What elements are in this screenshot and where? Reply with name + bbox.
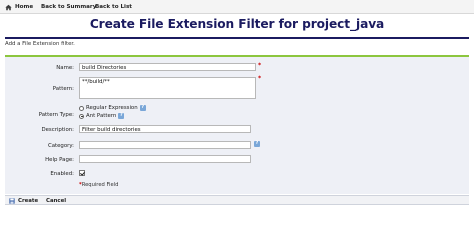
category-label: Category: [47,143,74,149]
pattern-type-label: Pattern Type: [38,112,74,118]
action-bar: Create Cancel [5,195,469,205]
help-page-input[interactable] [79,155,251,163]
help-page-label: Help Page: [45,157,74,163]
home-icon [5,4,12,10]
page-title: Create File Extension Filter for project… [89,17,385,31]
nav-back-to-list-label: Back to List [95,4,132,10]
pattern-textarea[interactable]: **/build/** [79,77,256,99]
cancel-button[interactable]: Cancel [46,197,66,205]
description-input[interactable]: Filter build directories [79,125,251,133]
ant-radio[interactable] [79,113,84,119]
intro-text: Add a File Extension filter. [5,41,75,47]
name-input[interactable]: build Directories [79,63,256,71]
create-button[interactable]: Create [9,197,38,205]
category-help-icon[interactable]: ? [254,141,260,147]
name-label: Name: [56,65,74,71]
save-icon [9,198,15,204]
required-field-note: *Required Field [79,182,118,188]
cancel-button-label: Cancel [46,198,67,204]
regex-radio[interactable] [79,105,84,111]
description-label: Description: [41,127,74,133]
nav-home-label: Home [15,4,34,10]
create-button-label: Create [18,198,39,204]
regex-radio-label: Regular Expression [86,105,138,111]
enabled-label: Enabled: [50,171,74,177]
required-note-text: Required Field [81,182,119,188]
regex-help-icon[interactable]: ? [139,105,146,111]
nav-back-to-summary-label: Back to Summary [41,4,97,10]
pattern-label: Pattern: [52,86,74,92]
top-nav-bar: Home Back to Summary Back to List [0,0,474,14]
ant-help-icon[interactable]: ? [118,113,125,119]
ant-radio-label: Ant Pattern [86,113,117,119]
enabled-checkbox[interactable] [79,170,85,176]
pattern-required-mark: * [258,75,262,82]
name-required-mark: * [258,62,262,69]
pattern-type-regex-option[interactable]: Regular Expression ? [79,105,146,111]
nav-back-to-list-link[interactable]: Back to List [95,3,132,11]
title-divider [5,37,469,39]
pattern-type-ant-option[interactable]: Ant Pattern ? [79,113,125,119]
nav-home-link[interactable]: Home [5,3,33,11]
category-input[interactable] [79,141,251,149]
nav-back-to-summary-link[interactable]: Back to Summary [41,3,96,11]
